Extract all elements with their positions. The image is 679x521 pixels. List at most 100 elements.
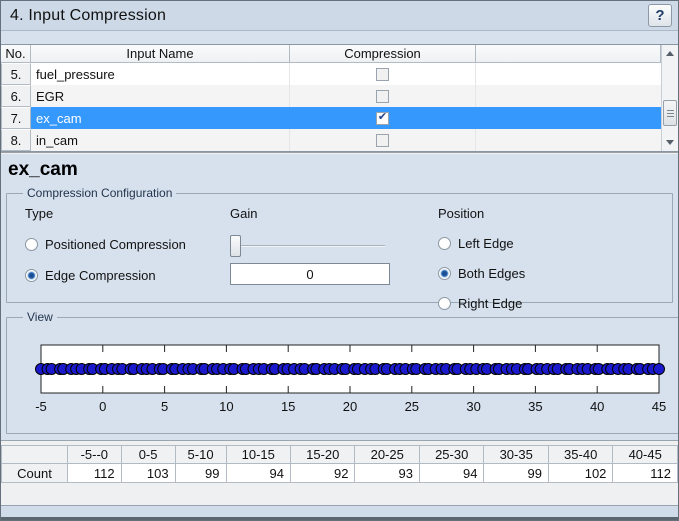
corner-cell [2,446,68,464]
count-value: 94 [226,464,290,483]
radio-icon [438,267,451,280]
gain-input[interactable] [230,263,390,285]
row-filler-cell [476,129,661,151]
input-name-cell: EGR [31,85,290,107]
count-value: 92 [291,464,355,483]
compression-configuration-group: Compression Configuration Type Positione… [6,186,673,303]
radio-label: Left Edge [458,236,514,251]
row-number: 8. [1,129,31,151]
compression-checkbox[interactable] [376,90,389,103]
scroll-up-button[interactable] [662,45,678,62]
title-bar: 4. Input Compression ? [1,1,678,31]
input-name-cell: fuel_pressure [31,63,290,85]
group-label: View [23,310,57,324]
compression-checkbox[interactable] [376,134,389,147]
scrollbar-thumb[interactable] [663,100,677,126]
radio-label: Both Edges [458,266,525,281]
compression-cell [290,63,476,85]
help-button[interactable]: ? [648,4,672,27]
count-value: 94 [419,464,483,483]
count-value: 112 [68,464,122,483]
table-scrollbar[interactable] [661,45,678,151]
compression-checkbox[interactable] [376,68,389,81]
svg-text:45: 45 [652,399,666,414]
count-value: 99 [484,464,548,483]
count-value: 102 [548,464,612,483]
row-number: 7. [1,107,31,129]
data-view-plot: -5051015202530354045 [15,326,670,422]
type-label: Type [25,206,186,221]
bin-header: 20-25 [355,446,419,464]
position-label: Position [438,206,525,221]
radio-icon [25,238,38,251]
window-bottom-edge [1,517,678,520]
toolbar-strip [1,31,678,44]
count-value-row: Count112103999492939499102112 [2,464,678,483]
radio-left-edge[interactable]: Left Edge [438,236,525,251]
radio-right-edge[interactable]: Right Edge [438,296,525,311]
input-row-in_cam[interactable]: 8.in_cam [1,129,661,151]
radio-positioned-compression[interactable]: Positioned Compression [25,237,186,252]
status-strip [1,505,678,517]
bin-header: 10-15 [226,446,290,464]
bin-header: -5--0 [68,446,122,464]
view-group: View -5051015202530354045 [6,310,679,434]
gain-slider[interactable] [230,235,385,257]
row-number: 5. [1,63,31,85]
svg-text:15: 15 [281,399,295,414]
bin-header: 25-30 [419,446,483,464]
row-number: 6. [1,85,31,107]
slider-thumb[interactable] [230,235,241,257]
radio-label: Right Edge [458,296,522,311]
radio-icon [25,269,38,282]
count-table: -5--00-55-1010-1515-2020-2525-3030-3535-… [1,445,678,483]
radio-icon [438,297,451,310]
input-row-EGR[interactable]: 6.EGR [1,85,661,107]
count-value: 99 [175,464,226,483]
row-filler-cell [476,107,661,129]
svg-text:30: 30 [466,399,480,414]
row-filler-cell [476,63,661,85]
col-header-no: No. [1,45,31,63]
bin-header: 15-20 [291,446,355,464]
compression-cell [290,85,476,107]
radio-label: Edge Compression [45,268,156,283]
input-table-header: No. Input Name Compression [1,45,661,63]
count-value: 93 [355,464,419,483]
bin-header: 30-35 [484,446,548,464]
group-label: Compression Configuration [23,186,176,200]
bin-header: 0-5 [121,446,175,464]
svg-text:20: 20 [343,399,357,414]
col-header-empty [476,45,661,63]
input-row-fuel_pressure[interactable]: 5.fuel_pressure [1,63,661,85]
svg-text:0: 0 [99,399,106,414]
count-value: 103 [121,464,175,483]
count-table-area: -5--00-55-1010-1515-2020-2525-3030-3535-… [1,440,678,514]
compression-checkbox[interactable] [376,112,389,125]
bin-header: 5-10 [175,446,226,464]
scroll-down-button[interactable] [662,134,678,151]
radio-label: Positioned Compression [45,237,186,252]
svg-text:40: 40 [590,399,604,414]
radio-edge-compression[interactable]: Edge Compression [25,268,186,283]
selected-input-heading: ex_cam [1,156,678,186]
svg-text:-5: -5 [35,399,47,414]
compression-cell [290,107,476,129]
svg-text:35: 35 [528,399,542,414]
count-value: 112 [613,464,678,483]
svg-text:25: 25 [405,399,419,414]
svg-text:10: 10 [219,399,233,414]
arrow-up-icon [666,51,674,56]
input-name-cell: ex_cam [31,107,290,129]
col-header-input-name: Input Name [31,45,290,63]
input-row-ex_cam[interactable]: 7.ex_cam [1,107,661,129]
compression-cell [290,129,476,151]
page-title: 4. Input Compression [10,7,648,25]
scrollbar-track[interactable] [662,62,678,134]
col-header-compression: Compression [290,45,476,63]
input-compression-window: 4. Input Compression ? No. Input Name Co… [0,0,679,521]
radio-icon [438,237,451,250]
count-header-row: -5--00-55-1010-1515-2020-2525-3030-3535-… [2,446,678,464]
row-filler-cell [476,85,661,107]
radio-both-edges[interactable]: Both Edges [438,266,525,281]
